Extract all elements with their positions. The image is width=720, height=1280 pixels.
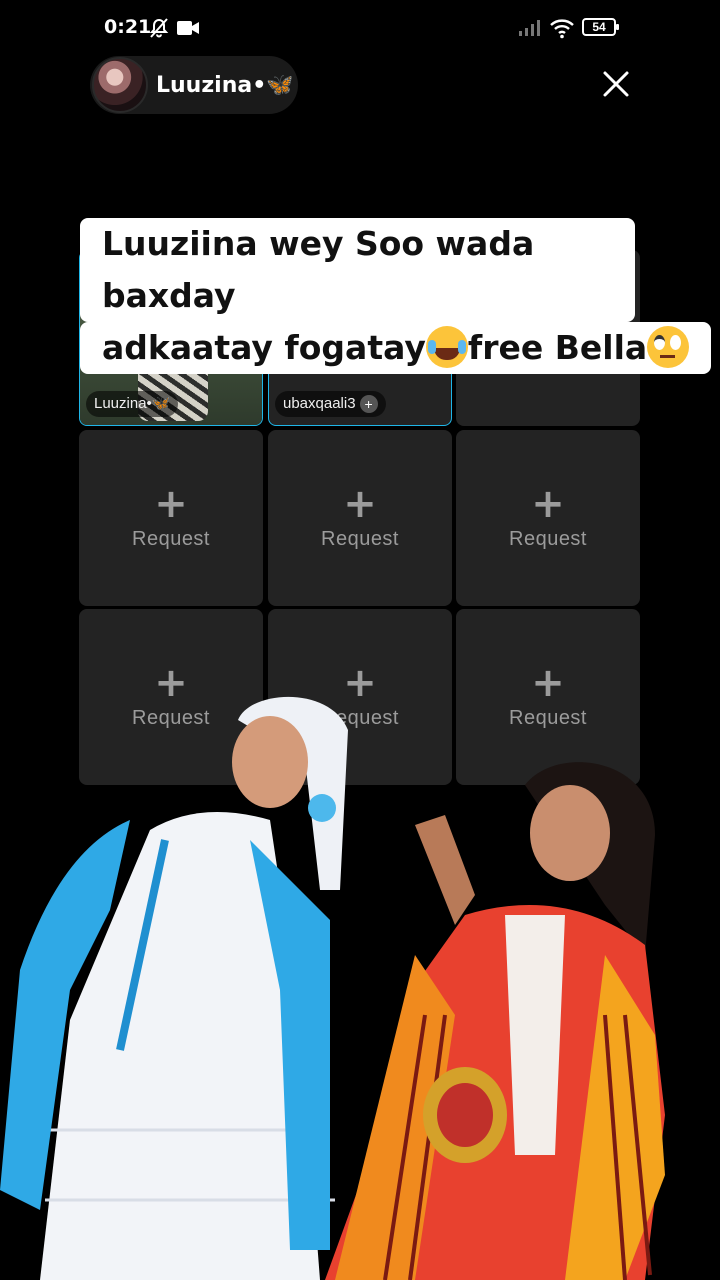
host-name: Luuzina•🦋 xyxy=(156,72,294,98)
host-avatar[interactable] xyxy=(92,57,148,113)
video-caption: Luuziina wey Soo wada baxday adkaatay fo… xyxy=(80,218,712,374)
request-slot[interactable]: + Request xyxy=(268,430,452,606)
person-right-image xyxy=(325,762,665,1280)
status-bar: 0:21 54 xyxy=(0,0,720,56)
eye-roll-emoji-icon xyxy=(647,325,690,368)
plus-icon: + xyxy=(531,481,565,527)
request-label: Request xyxy=(509,528,587,550)
follow-plus-icon[interactable]: + xyxy=(359,395,378,414)
request-label: Request xyxy=(509,707,587,729)
wifi-icon xyxy=(550,19,574,39)
caption-line-2: adkaatay fogatay free Bella xyxy=(80,322,712,374)
caption-text-b: free Bella xyxy=(467,328,648,367)
laughing-emoji-icon xyxy=(425,325,468,368)
request-label: Request xyxy=(132,528,210,550)
mute-bell-icon xyxy=(149,18,169,38)
battery-icon: 54 xyxy=(582,18,619,36)
request-label: Request xyxy=(321,528,399,550)
guest-name-tag: ubaxqaali3 + xyxy=(275,391,386,417)
caption-line-1: Luuziina wey Soo wada baxday xyxy=(80,218,635,322)
request-slot[interactable]: + Request xyxy=(79,430,263,606)
host-profile-pill[interactable]: Luuzina•🦋 xyxy=(90,56,298,114)
video-camera-icon xyxy=(177,21,199,35)
guest-name: ubaxqaali3 xyxy=(283,395,356,412)
plus-icon: + xyxy=(343,481,377,527)
request-slot[interactable]: + Request xyxy=(456,430,640,606)
status-time: 0:21 xyxy=(104,16,152,38)
plus-icon: + xyxy=(531,660,565,706)
close-icon[interactable] xyxy=(598,66,634,102)
plus-icon: + xyxy=(154,481,188,527)
signal-icon xyxy=(519,20,540,36)
guest-name-tag: Luuzina•🦋 xyxy=(86,391,179,417)
caption-text-a: adkaatay fogatay xyxy=(102,328,426,367)
